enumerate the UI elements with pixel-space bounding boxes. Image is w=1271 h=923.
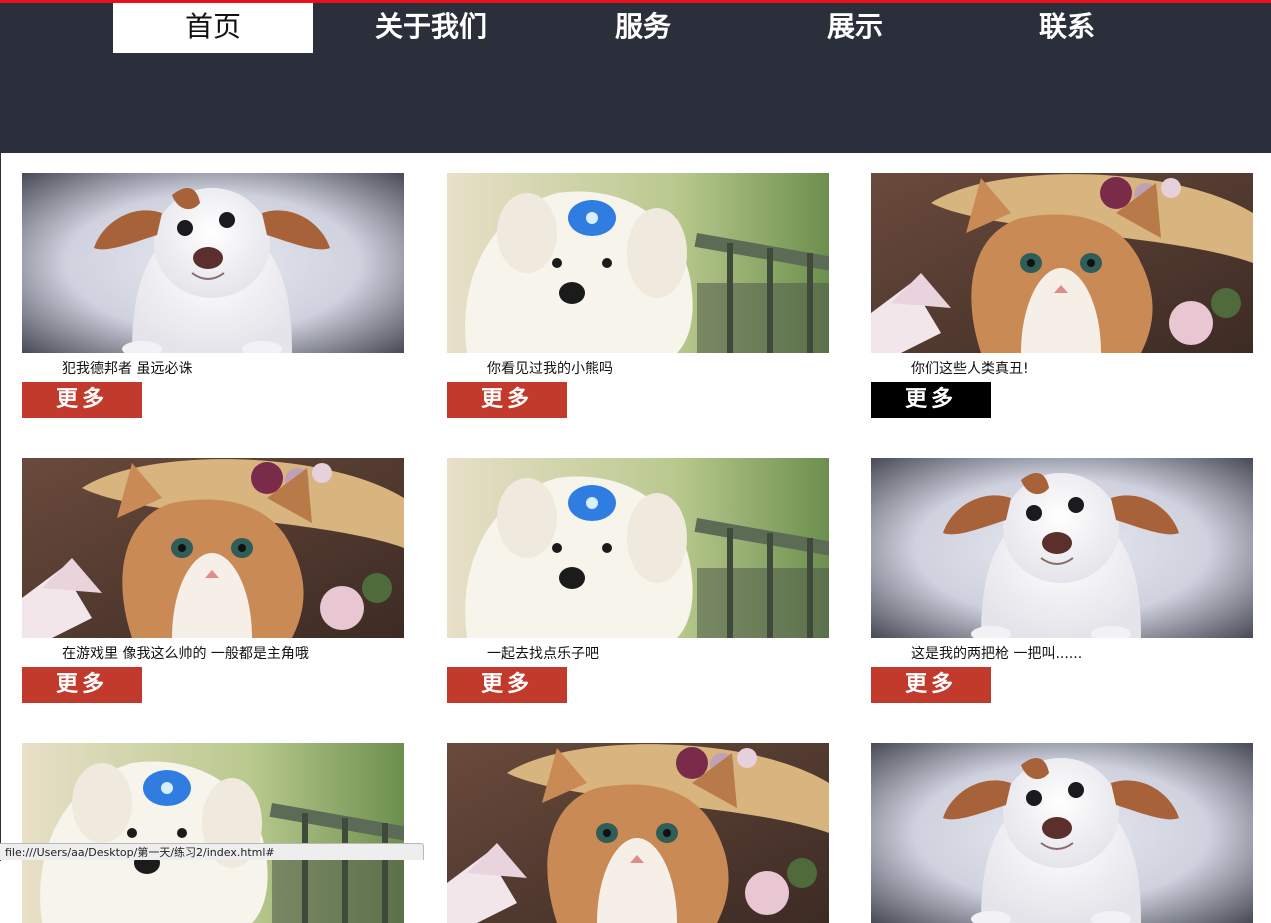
card-caption: 这是我的两把枪 一把叫...... <box>911 646 1083 662</box>
nav-item-about[interactable]: 关于我们 <box>325 3 537 53</box>
card-caption: 你们这些人类真丑! <box>911 361 1029 377</box>
white-puppy-photo[interactable] <box>22 743 404 923</box>
more-button-hover[interactable]: 更多 <box>871 382 991 418</box>
card-caption: 你看见过我的小熊吗 <box>487 361 613 377</box>
status-bar-url: file:///Users/aa/Desktop/第一天/练习2/index.h… <box>0 843 424 860</box>
more-button[interactable]: 更多 <box>871 667 991 703</box>
white-puppy-photo[interactable] <box>447 458 829 638</box>
kitten-hat-photo[interactable] <box>447 743 829 923</box>
more-button[interactable]: 更多 <box>22 382 142 418</box>
white-dog-photo[interactable] <box>871 458 1253 638</box>
card-caption: 犯我德邦者 虽远必诛 <box>62 361 193 377</box>
more-button[interactable]: 更多 <box>447 667 567 703</box>
white-puppy-photo[interactable] <box>447 173 829 353</box>
header-banner: 首页 关于我们 服务 展示 联系 <box>0 3 1271 153</box>
card-caption: 一起去找点乐子吧 <box>487 646 599 662</box>
white-dog-photo[interactable] <box>871 743 1253 923</box>
nav-item-services[interactable]: 服务 <box>537 3 749 53</box>
kitten-hat-photo[interactable] <box>22 458 404 638</box>
more-button[interactable]: 更多 <box>22 667 142 703</box>
nav-item-home[interactable]: 首页 <box>113 3 313 53</box>
more-button[interactable]: 更多 <box>447 382 567 418</box>
nav-item-contact[interactable]: 联系 <box>961 3 1173 53</box>
card-caption: 在游戏里 像我这么帅的 一般都是主角哦 <box>62 646 309 662</box>
main-nav: 首页 关于我们 服务 展示 联系 <box>113 3 1173 53</box>
kitten-hat-photo[interactable] <box>871 173 1253 353</box>
white-dog-photo[interactable] <box>22 173 404 353</box>
nav-item-showcase[interactable]: 展示 <box>749 3 961 53</box>
left-border <box>0 153 1 861</box>
